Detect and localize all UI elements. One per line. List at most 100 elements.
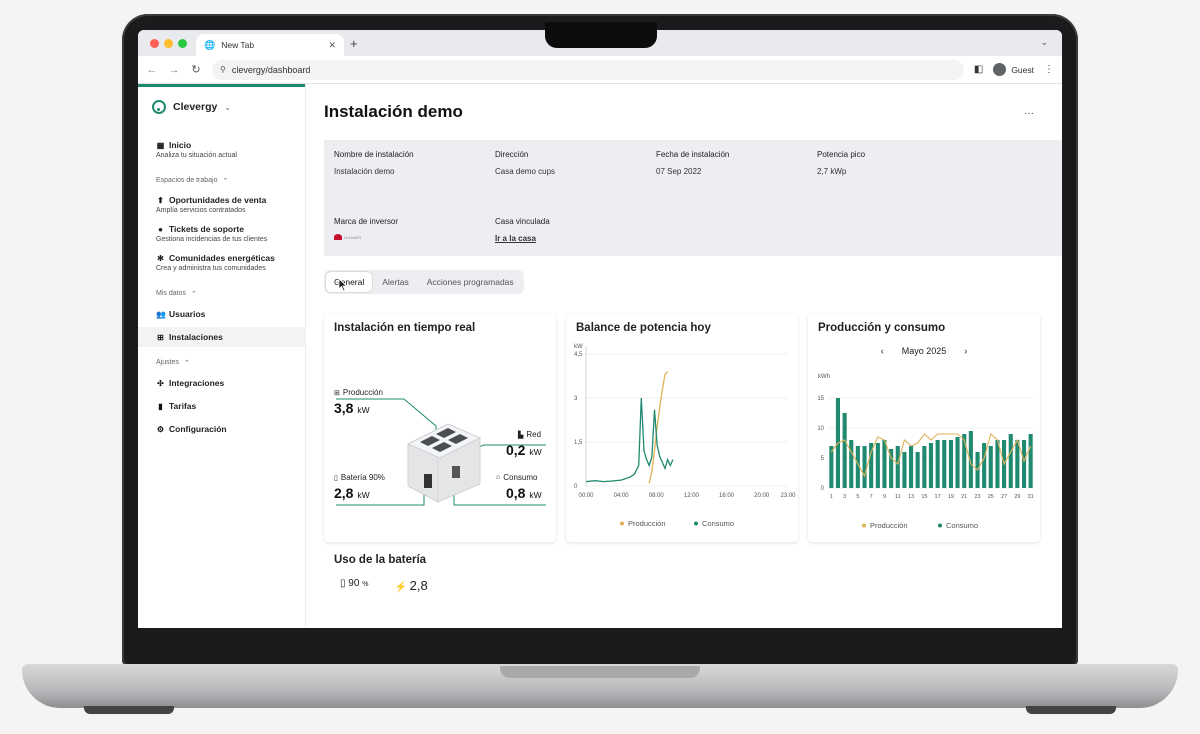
value-number: 3,8	[334, 400, 354, 416]
lightning-icon: ⚡	[394, 582, 407, 593]
sidebar-item-instalaciones[interactable]: ⊞ Instalaciones	[138, 327, 305, 347]
x-tick-label: 7	[870, 494, 873, 500]
sidebar-item-oportunidades[interactable]: ⬆ Oportunidades de venta Amplía servicio…	[138, 195, 305, 214]
go-to-house-link[interactable]: Ir a la casa	[495, 234, 550, 243]
sidebar-item-integraciones[interactable]: ✣ Integraciones	[138, 373, 305, 393]
y-tick-label: 1,5	[574, 440, 583, 446]
forward-icon[interactable]: →	[168, 64, 180, 76]
grid-label: ▙ Red	[518, 430, 541, 439]
url-bar[interactable]: ⚲ clevergy/dashboard	[212, 59, 964, 80]
y-axis-label: kWh	[818, 374, 830, 380]
tab-list-chevron-icon[interactable]: ⌄	[1040, 37, 1048, 48]
consumo-bar	[875, 443, 880, 488]
card-title: Balance de potencia hoy	[576, 322, 711, 334]
huawei-logo: HUAWEI	[334, 234, 398, 240]
y-tick-label: 0	[574, 484, 578, 490]
x-tick-label: 29	[1014, 494, 1020, 500]
tab-general[interactable]: General	[326, 272, 373, 292]
battery-power: ⚡ 2,8	[394, 578, 427, 593]
section-workspaces-toggle[interactable]: Espacios de trabajo ⌃	[138, 177, 305, 185]
browser-menu-icon[interactable]: ⋮	[1044, 64, 1054, 75]
value-number: 2,8	[409, 578, 428, 593]
sidebar-item-inicio[interactable]: ▦ Inicio Analiza tu situación actual	[138, 140, 305, 159]
users-icon: 👥	[156, 309, 166, 319]
legend-label: Consumo	[702, 519, 734, 528]
series-line-producción	[648, 371, 669, 484]
laptop-base-notch	[500, 666, 700, 678]
x-tick-label: 16:00	[719, 493, 735, 499]
brand-switcher[interactable]: Clevergy ⌄	[138, 100, 305, 114]
close-window-button[interactable]	[150, 39, 159, 48]
tab-label: Alertas	[382, 277, 409, 287]
sidebar-item-tarifas[interactable]: ▮ Tarifas	[138, 396, 305, 416]
value-unit: kW	[357, 490, 370, 500]
tab-acciones-programadas[interactable]: Acciones programadas	[419, 272, 522, 292]
installation-info-panel: Nombre de instalación Instalación demo D…	[324, 140, 1062, 256]
consumo-bar	[995, 440, 1000, 488]
reload-icon[interactable]: ↻	[190, 63, 202, 76]
chevron-right-icon[interactable]: ›	[964, 346, 967, 356]
sidebar-item-description: Analiza tu situación actual	[156, 152, 237, 159]
consumo-bar	[895, 446, 900, 488]
power-balance-chart: kW 0 1,5 3 4,5 00:00 04:00 08:00 12:00 16:00 20:00…	[574, 344, 796, 528]
x-tick-label: 23	[974, 494, 980, 500]
help-circle-icon: ●	[158, 224, 163, 234]
info-label: Potencia pico	[817, 150, 866, 159]
chevron-left-icon[interactable]: ‹	[881, 346, 884, 356]
value-unit: %	[362, 581, 369, 588]
label-text: Producción	[342, 388, 383, 397]
tab-alertas[interactable]: Alertas	[374, 272, 416, 292]
grid-icon: ▦	[156, 140, 165, 150]
y-tick-label: 3	[574, 396, 578, 402]
battery-stats: ▯ 90 % ⚡ 2,8	[324, 578, 1058, 593]
close-tab-icon[interactable]: ✕	[328, 40, 336, 51]
label-text: Red	[526, 430, 542, 439]
sidebar-item-comunidades[interactable]: ✻ Comunidades energéticas Crea y adminis…	[138, 253, 305, 272]
minimize-window-button[interactable]	[164, 39, 173, 48]
value-unit: kW	[529, 447, 542, 457]
sidebar-toggle-icon[interactable]: ◧	[974, 64, 983, 75]
sidebar-item-label: Comunidades energéticas	[169, 253, 275, 263]
sidebar-item-configuracion[interactable]: ⚙ Configuración	[138, 419, 305, 439]
battery-icon: ▯	[334, 474, 338, 482]
sidebar-item-usuarios[interactable]: 👥 Usuarios	[138, 304, 305, 324]
more-options-button[interactable]: ···	[1024, 108, 1034, 119]
tab-bar: General Alertas Acciones programadas	[324, 270, 524, 294]
section-settings-toggle[interactable]: Ajustes ⌃	[138, 359, 305, 367]
sidebar-item-label: Tarifas	[169, 401, 197, 411]
sidebar-item-label: Oportunidades de venta	[169, 195, 267, 205]
sidebar-item-label: Usuarios	[169, 309, 206, 319]
consumo-bar	[882, 440, 887, 488]
tab-title: New Tab	[221, 40, 255, 50]
laptop-foot	[84, 706, 174, 714]
screen: 🌐 New Tab ✕ + ⌄ ← → ↻ ⚲ clevergy/dashboa…	[138, 30, 1062, 628]
integrations-icon: ✣	[157, 378, 164, 388]
info-nombre: Nombre de instalación Instalación demo	[334, 150, 414, 176]
label-text: Batería 90%	[340, 473, 385, 482]
consumo-bar	[862, 446, 867, 488]
section-heading: Ajustes	[156, 359, 179, 366]
sidebar-item-description: Gestiona incidencias de tus clientes	[156, 236, 268, 243]
legend-label: Producción	[628, 519, 666, 528]
y-tick-label: 10	[817, 426, 824, 432]
sidebar-item-tickets[interactable]: ● Tickets de soporte Gestiona incidencia…	[138, 224, 305, 243]
back-icon[interactable]: ←	[146, 64, 158, 76]
maximize-window-button[interactable]	[178, 39, 187, 48]
clevergy-logo-icon	[152, 100, 166, 114]
profile-button[interactable]: Guest	[993, 63, 1034, 76]
consumo-bar	[909, 446, 914, 488]
realtime-card: Instalación en tiempo real ⊞ Producción …	[324, 314, 556, 542]
info-label: Dirección	[495, 150, 529, 159]
rocket-icon: ⬆	[157, 195, 164, 205]
site-info-icon[interactable]: ⚲	[220, 65, 226, 74]
section-data-toggle[interactable]: Mis datos ⌃	[138, 290, 305, 298]
new-tab-button[interactable]: +	[350, 36, 358, 51]
chevron-up-icon: ⌃	[183, 360, 190, 367]
consumo-bar	[935, 440, 940, 488]
consumo-bar	[829, 446, 834, 488]
x-tick-label: 13	[908, 494, 914, 500]
production-consumption-chart: kWh0510151 3 5 7 9 11 13 15 17 19 21 23 25 27 29 31Prod…	[817, 374, 1034, 530]
value-unit: kW	[357, 405, 370, 415]
y-tick-label: 4,5	[574, 352, 583, 358]
browser-tab[interactable]: 🌐 New Tab ✕	[196, 34, 344, 56]
